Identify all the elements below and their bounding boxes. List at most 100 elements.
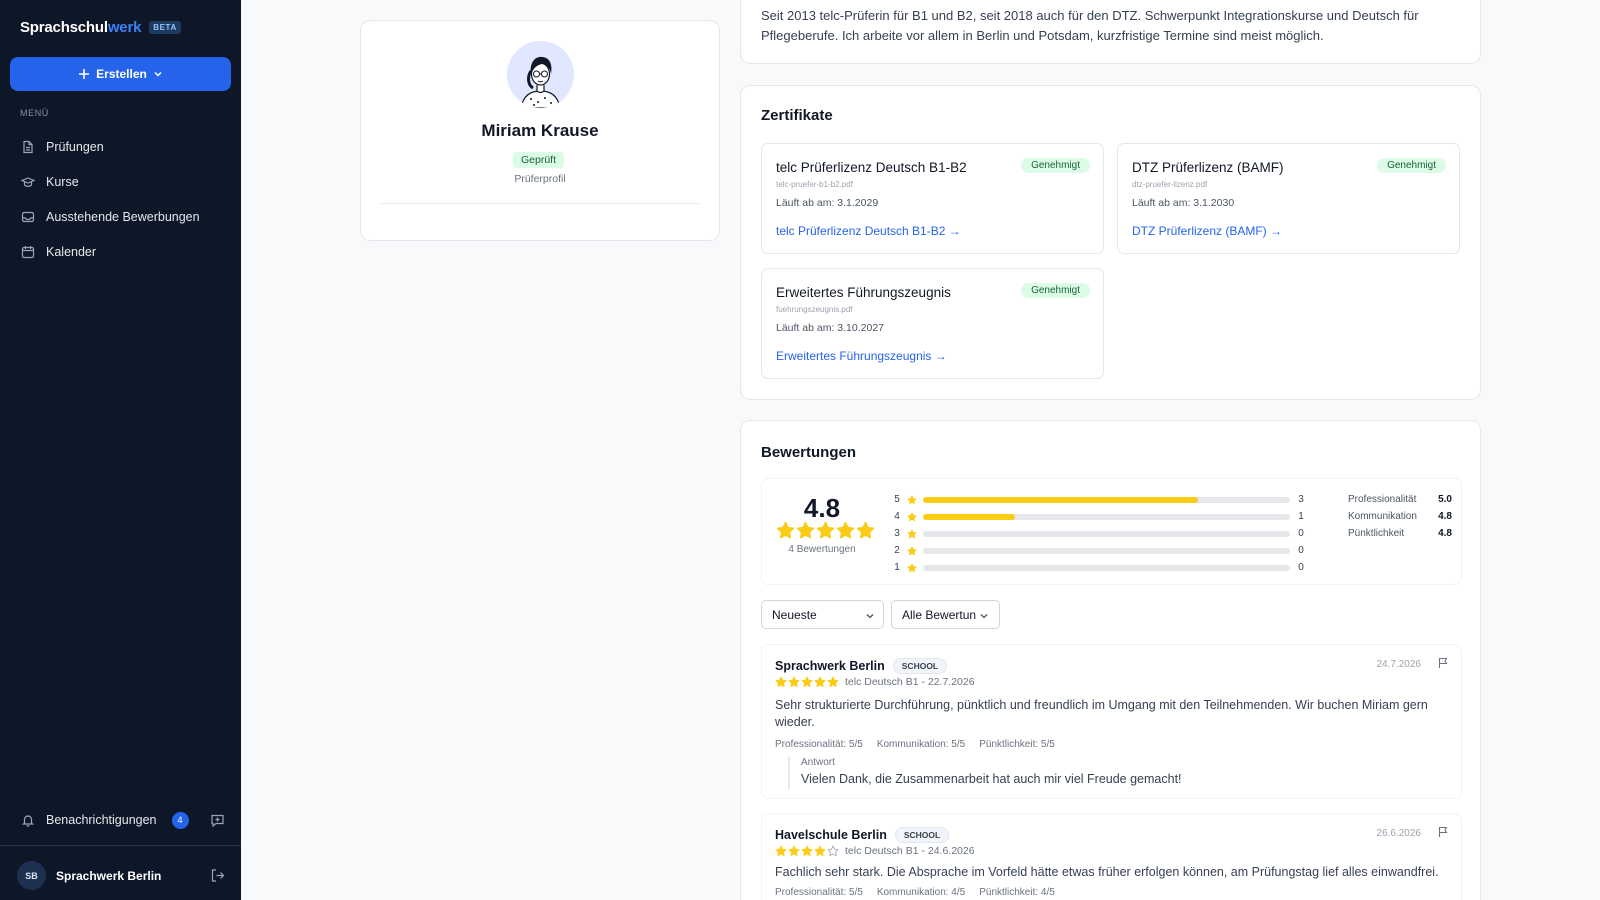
notifications-count-badge: 4 xyxy=(171,811,189,829)
feedback-button[interactable] xyxy=(210,813,225,828)
distribution-stars: 3 xyxy=(894,528,900,539)
sidebar-nav: Prüfungen Kurse Ausstehende Bewerbungen … xyxy=(10,129,231,269)
sort-select[interactable]: Neueste xyxy=(761,600,884,629)
certificate-link[interactable]: Erweitertes Führungszeugnis → xyxy=(776,349,947,363)
distribution-stars: 5 xyxy=(894,494,900,505)
certificates-card: Zertifikate telc Prüferlizenz Deutsch B1… xyxy=(740,85,1481,400)
star-icon xyxy=(816,521,835,539)
chevron-down-icon xyxy=(866,614,874,619)
criteria-row: Pünktlichkeit 4.8 xyxy=(1348,525,1452,542)
review-meta: telc Deutsch B1 - 24.6.2026 xyxy=(775,845,975,857)
profile-card: Miriam Krause Geprüft Prüferprofil xyxy=(360,20,720,241)
distribution-count: 3 xyxy=(1298,494,1304,505)
report-button[interactable] xyxy=(1437,826,1449,838)
notifications-label: Benachrichtigungen xyxy=(46,813,157,827)
certificate-item: Erweitertes Führungszeugnis fuehrungszeu… xyxy=(761,268,1104,379)
menu-section-label: MENÜ xyxy=(20,108,49,118)
logout-button[interactable] xyxy=(210,868,225,883)
plus-icon xyxy=(79,69,90,79)
distribution-row: 3 0 xyxy=(890,525,1310,542)
brand-name: Sprachschulwerk xyxy=(20,19,142,36)
star-icon xyxy=(907,511,917,522)
review-author-type-tag: SCHOOL xyxy=(894,827,950,843)
distribution-count: 1 xyxy=(1298,511,1304,522)
review-stars xyxy=(775,845,839,857)
profile-name: Miriam Krause xyxy=(481,121,599,140)
review-exam: telc Deutsch B1 - 24.6.2026 xyxy=(845,845,975,857)
certificate-link[interactable]: DTZ Prüferlizenz (BAMF) → xyxy=(1132,224,1282,238)
sidebar-item-pruefungen[interactable]: Prüfungen xyxy=(10,129,231,164)
certificate-title: DTZ Prüferlizenz (BAMF) xyxy=(1132,160,1284,175)
create-button[interactable]: Erstellen xyxy=(10,57,231,91)
review-header: Havelschule Berlin SCHOOL xyxy=(775,827,950,843)
distribution-stars: 1 xyxy=(894,562,900,573)
star-icon xyxy=(907,562,917,572)
distribution-bar xyxy=(922,530,1291,537)
star-icon xyxy=(827,845,839,857)
criteria-row: Kommunikation 4.8 xyxy=(1348,508,1452,525)
inbox-icon xyxy=(21,211,35,222)
criteria-row: Professionalität 5.0 xyxy=(1348,491,1452,508)
calendar-icon xyxy=(21,245,35,258)
certificate-file: dtz-pruefer-lizenz.pdf xyxy=(1132,180,1208,189)
certificate-title: telc Prüferlizenz Deutsch B1-B2 xyxy=(776,160,967,175)
profile-divider xyxy=(381,203,699,204)
chevron-down-icon xyxy=(154,71,162,77)
reply-label: Antwort xyxy=(801,757,835,768)
distribution-stars: 2 xyxy=(894,545,900,556)
rating-distribution: 5 3 4 1 3 0 2 0 1 0 xyxy=(890,491,1310,576)
star-icon xyxy=(856,521,875,539)
status-badge: Genehmigt xyxy=(1377,158,1446,173)
sidebar-item-kalender[interactable]: Kalender xyxy=(10,234,231,269)
certificates-title: Zertifikate xyxy=(761,107,833,124)
certificate-expiry: Läuft ab am: 3.1.2029 xyxy=(776,197,879,209)
distribution-row: 5 3 xyxy=(890,491,1310,508)
criteria-value: 4.8 xyxy=(1438,528,1452,539)
notifications-item[interactable]: Benachrichtigungen 4 xyxy=(10,803,231,837)
sidebar-divider xyxy=(0,845,241,846)
sidebar-item-label: Kalender xyxy=(46,244,97,259)
criteria-averages: Professionalität 5.0 Kommunikation 4.8 P… xyxy=(1348,491,1452,542)
star-icon xyxy=(775,676,787,688)
average-rating: 4.8 xyxy=(803,493,841,523)
report-button[interactable] xyxy=(1437,657,1449,669)
star-icon xyxy=(801,845,813,857)
review-reply: Antwort Vielen Dank, die Zusammenarbeit … xyxy=(788,757,1182,789)
about-text: Seit 2013 telc-Prüferin für B1 und B2, s… xyxy=(761,8,1419,43)
certificate-expiry: Läuft ab am: 3.10.2027 xyxy=(776,322,884,334)
certificate-item: telc Prüferlizenz Deutsch B1-B2 telc-pru… xyxy=(761,143,1104,254)
sidebar-item-ausstehende-bewerbungen[interactable]: Ausstehende Bewerbungen xyxy=(10,199,231,234)
star-icon xyxy=(907,494,917,505)
star-icon xyxy=(801,676,813,688)
review-criterion: Kommunikation: 4/5 xyxy=(876,887,966,898)
sidebar-item-kurse[interactable]: Kurse xyxy=(10,164,231,199)
user-profile[interactable]: SB Sprachwerk Berlin xyxy=(17,861,231,890)
user-name: Sprachwerk Berlin xyxy=(56,868,162,883)
graduation-cap-icon xyxy=(21,176,35,187)
star-icon xyxy=(788,676,800,688)
criteria-label: Kommunikation xyxy=(1348,511,1417,522)
star-icon xyxy=(776,521,795,539)
review-date: 26.6.2026 xyxy=(1376,828,1422,839)
star-icon xyxy=(814,845,826,857)
star-icon xyxy=(907,528,917,538)
status-badge: Genehmigt xyxy=(1021,158,1090,173)
distribution-count: 0 xyxy=(1298,562,1304,573)
filter-select[interactable]: Alle Bewertun xyxy=(891,600,1000,629)
brand-logo[interactable]: Sprachschulwerk BETA xyxy=(20,19,181,36)
certificate-item: DTZ Prüferlizenz (BAMF) dtz-pruefer-lize… xyxy=(1117,143,1460,254)
certificate-link[interactable]: telc Prüferlizenz Deutsch B1-B2 → xyxy=(776,224,961,238)
review-criterion: Kommunikation: 5/5 xyxy=(876,739,966,750)
review-criterion: Pünktlichkeit: 5/5 xyxy=(979,739,1055,750)
review-author: Havelschule Berlin xyxy=(775,828,887,842)
star-icon xyxy=(827,676,839,688)
review-item: Havelschule Berlin SCHOOL 26.6.2026 telc… xyxy=(761,813,1462,900)
distribution-row: 2 0 xyxy=(890,542,1310,559)
star-icon xyxy=(788,845,800,857)
reply-text: Vielen Dank, die Zusammenarbeit hat auch… xyxy=(801,772,1182,786)
review-criteria: Professionalität: 5/5 Kommunikation: 5/5… xyxy=(775,739,1055,750)
criteria-value: 5.0 xyxy=(1438,494,1452,505)
distribution-bar xyxy=(922,496,1291,503)
flag-icon xyxy=(1438,826,1448,837)
review-item: Sprachwerk Berlin SCHOOL 24.7.2026 telc … xyxy=(761,644,1462,799)
